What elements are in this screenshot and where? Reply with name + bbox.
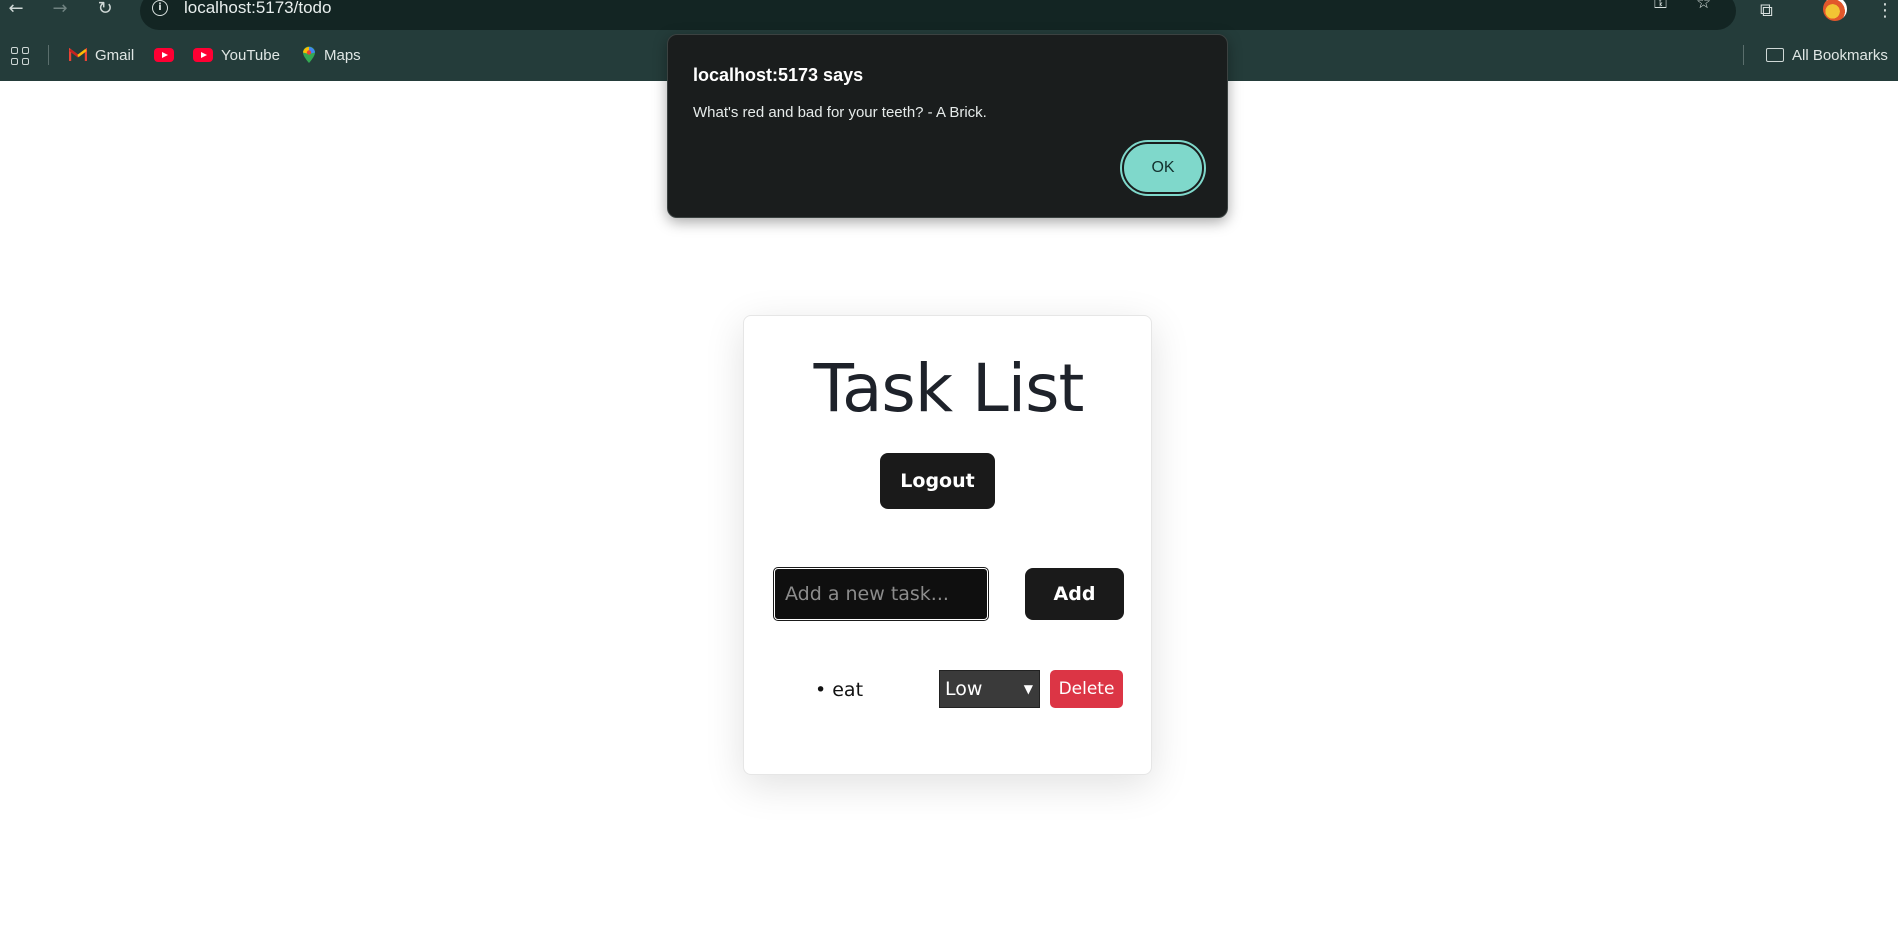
new-task-input[interactable] [773,567,989,621]
bookmark-gmail[interactable]: Gmail [68,44,135,66]
alert-dialog: localhost:5173 says What's red and bad f… [667,34,1228,218]
bookmark-label: Maps [324,46,361,64]
apps-icon[interactable] [11,47,29,65]
bookmark-youtube-icon-only[interactable] [154,44,182,66]
chevron-down-icon: ▼ [1023,682,1033,696]
bookmark-label: Gmail [95,46,135,64]
add-task-button[interactable]: Add [1025,568,1124,620]
todo-card: Task List Logout Add • eat Low ▼ Delete [743,315,1152,775]
site-info-icon[interactable]: i [152,0,168,16]
divider [1743,45,1744,65]
forward-icon[interactable]: → [48,0,72,22]
profile-avatar[interactable] [1823,0,1847,21]
ok-button[interactable]: OK [1120,140,1206,196]
divider [48,45,49,65]
gmail-icon [68,47,88,62]
dialog-title: localhost:5173 says [693,65,864,85]
page-title: Task List [813,350,1085,427]
star-icon[interactable]: ☆ [1696,0,1711,13]
all-bookmarks-label: All Bookmarks [1792,46,1888,64]
address-bar[interactable]: i localhost:5173/todo ⚿ ☆ [140,0,1736,30]
folder-icon [1766,48,1784,62]
bookmark-label: YouTube [221,46,280,64]
maps-icon [302,46,316,64]
priority-select[interactable]: Low ▼ [939,670,1040,708]
back-icon[interactable]: ← [4,0,28,22]
reload-icon[interactable]: ↻ [93,0,117,22]
key-icon[interactable]: ⚿ [1654,0,1667,13]
delete-task-button[interactable]: Delete [1050,670,1123,708]
bookmark-youtube[interactable]: YouTube [193,44,280,66]
youtube-icon [154,48,174,62]
browser-toolbar: ← → ↻ i localhost:5173/todo ⚿ ☆ ⧉ ⋮ [0,0,1898,30]
bookmark-maps[interactable]: Maps [302,44,361,66]
extensions-icon[interactable]: ⧉ [1760,0,1773,21]
task-text: • eat [815,679,864,701]
menu-icon[interactable]: ⋮ [1876,0,1894,21]
url-text: localhost:5173/todo [184,0,332,17]
dialog-message: What's red and bad for your teeth? - A B… [693,104,987,121]
youtube-icon [193,48,213,62]
all-bookmarks[interactable]: All Bookmarks [1766,44,1888,66]
logout-button[interactable]: Logout [880,453,995,509]
list-item: • eat Low ▼ Delete [744,669,1153,709]
priority-value: Low [945,678,983,700]
